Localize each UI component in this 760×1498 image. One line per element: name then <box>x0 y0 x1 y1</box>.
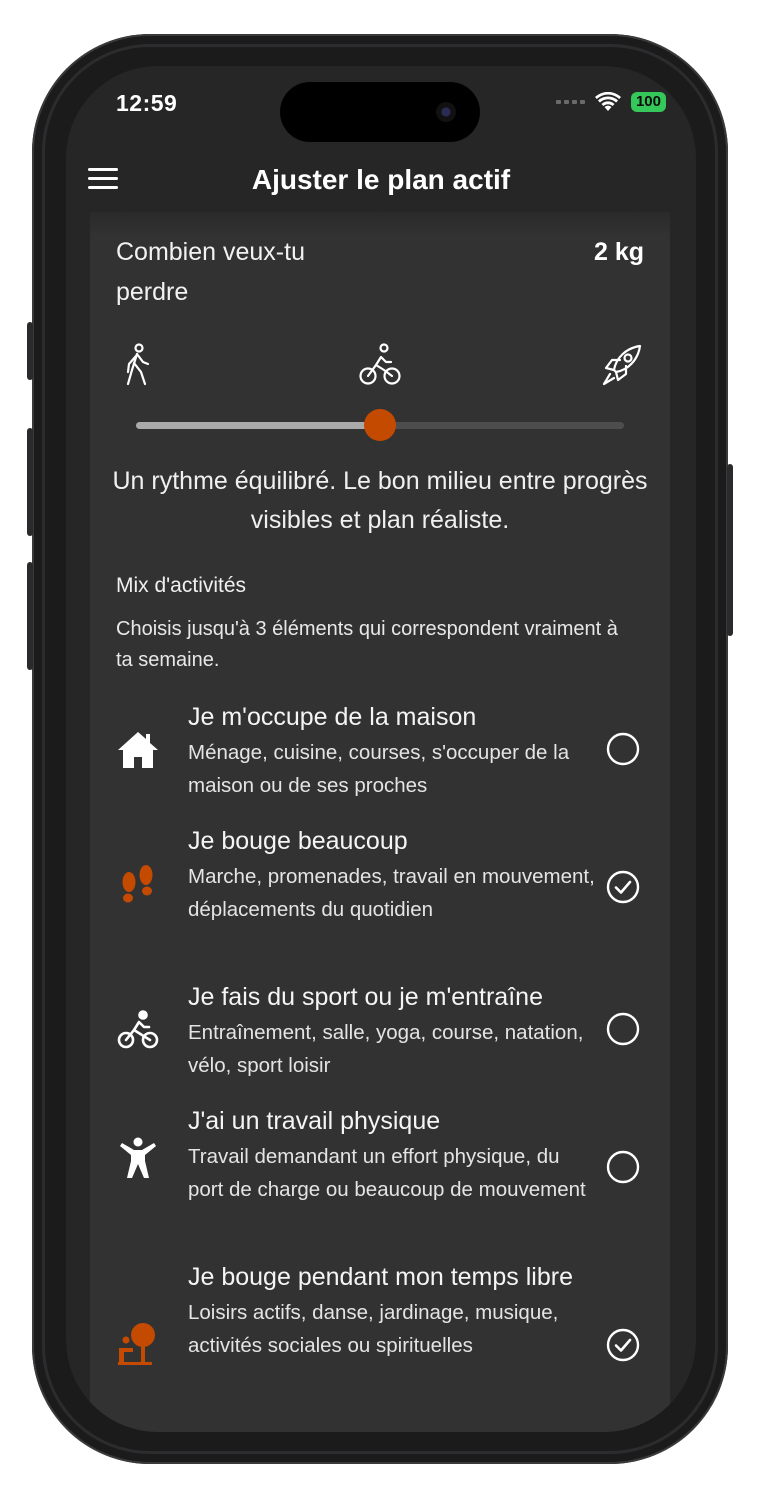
bicycle-icon <box>117 1010 159 1049</box>
plan-card: Combien veux-tu perdre 2 kg Un rythme éq… <box>90 212 670 1432</box>
app-screen: 12:59 100 Ajuster le plan actif Combien … <box>66 66 696 1432</box>
radio-unchecked-icon[interactable] <box>606 1012 640 1046</box>
radio-unchecked-icon[interactable] <box>606 1150 640 1184</box>
pace-slider-fill <box>136 422 380 429</box>
wifi-icon <box>594 92 621 111</box>
activity-title: J'ai un travail physique <box>188 1107 441 1135</box>
front-camera <box>436 102 456 122</box>
battery-indicator: 100 <box>630 92 666 112</box>
goal-value: 2 kg <box>593 238 644 266</box>
activity-title: Je bouge beaucoup <box>188 827 408 855</box>
activity-description: Entraînement, salle, yoga, course, natat… <box>188 1021 584 1077</box>
radio-unchecked-icon[interactable] <box>606 732 640 766</box>
goal-question: Combien veux-tu perdre <box>116 238 305 306</box>
radio-checked-icon[interactable] <box>606 870 640 904</box>
status-indicators: 100 <box>555 92 666 112</box>
rocket-icon[interactable] <box>600 342 644 388</box>
activity-title: Je m'occupe de la maison <box>188 703 477 731</box>
activity-mix-help: Choisis jusqu'à 3 éléments qui correspon… <box>116 618 618 671</box>
pace-slider[interactable] <box>136 409 624 441</box>
bicycle-icon[interactable] <box>358 342 402 388</box>
volume-down-button <box>27 562 33 670</box>
activity-item-house[interactable]: Je m'occupe de la maison Ménage, cuisine… <box>90 698 670 814</box>
person-arms-up-icon <box>120 1137 156 1178</box>
activity-mix-title: Mix d'activités <box>116 574 247 597</box>
activity-item-leisure[interactable]: Je bouge pendant mon temps libre Loisirs… <box>90 1258 670 1432</box>
power-button <box>727 464 733 636</box>
activity-item-physical-job[interactable]: J'ai un travail physique Travail demanda… <box>90 1102 670 1252</box>
activity-description: Marche, promenades, travail en mouvement… <box>188 865 595 921</box>
activity-description: Ménage, cuisine, courses, s'occuper de l… <box>188 741 570 797</box>
house-icon <box>118 732 158 768</box>
footprints-icon <box>122 865 153 903</box>
page-title: Ajuster le plan actif <box>251 164 511 195</box>
volume-up-button <box>27 428 33 536</box>
action-button <box>27 322 33 380</box>
nav-bar: Ajuster le plan actif <box>66 156 696 212</box>
radio-checked-icon[interactable] <box>606 1328 640 1362</box>
status-time: 12:59 <box>116 90 178 116</box>
cellular-signal-icon <box>555 100 585 104</box>
activity-title: Je fais du sport ou je m'entraîne <box>188 983 543 1011</box>
activity-description: Loisirs actifs, danse, jardinage, musiqu… <box>188 1301 559 1357</box>
dynamic-island <box>280 82 480 142</box>
activity-description: Travail demandant un effort physique, du… <box>188 1145 586 1201</box>
activity-item-moving[interactable]: Je bouge beaucoup Marche, promenades, tr… <box>90 822 670 972</box>
activity-item-sport[interactable]: Je fais du sport ou je m'entraîne Entraî… <box>90 978 670 1094</box>
pace-slider-thumb[interactable] <box>364 409 396 441</box>
walking-icon[interactable] <box>116 342 160 388</box>
leisure-tree-icon <box>118 1323 155 1365</box>
pace-description: Un rythme équilibré. Le bon milieu entre… <box>112 467 648 534</box>
activity-title: Je bouge pendant mon temps libre <box>188 1263 573 1291</box>
